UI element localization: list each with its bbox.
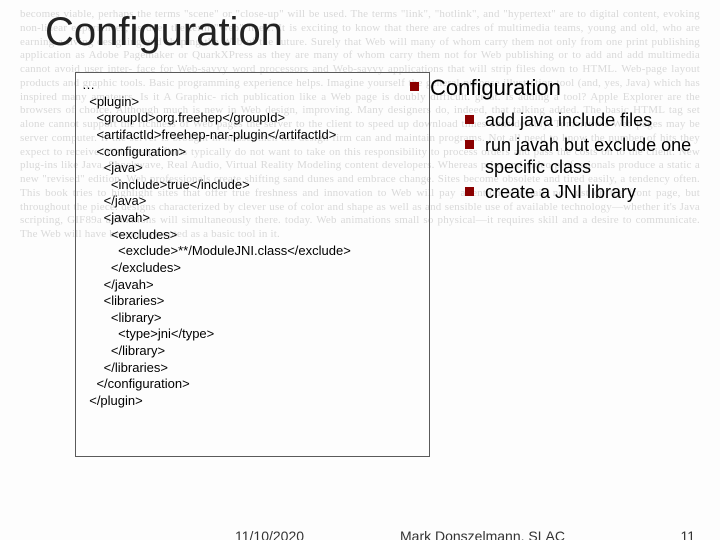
right-bullet-list: add java include files run javah but exc… — [465, 109, 695, 203]
list-item: run javah but exclude one specific class — [465, 134, 695, 179]
footer-date: 11/10/2020 — [235, 528, 304, 540]
page-title: Configuration — [45, 10, 283, 55]
bullet-icon — [465, 187, 474, 196]
footer-page-number: 11 — [680, 528, 695, 540]
code-block: … <plugin> <groupId>org.freehep</groupId… — [75, 72, 430, 457]
bullet-icon — [465, 140, 474, 149]
list-item-label: run javah but exclude one specific class — [485, 135, 691, 178]
footer-author: Mark Donszelmann, SLAC — [400, 528, 565, 540]
right-column: Configuration add java include files run… — [430, 75, 695, 205]
list-item: create a JNI library — [465, 181, 695, 204]
list-item-label: create a JNI library — [485, 182, 636, 202]
right-heading: Configuration — [430, 75, 695, 101]
slide: becomes viable, perhaps the terms "scene… — [0, 0, 720, 540]
list-item-label: add java include files — [485, 110, 652, 130]
bullet-icon — [465, 115, 474, 124]
list-item: add java include files — [465, 109, 695, 132]
bullet-icon — [410, 82, 419, 91]
